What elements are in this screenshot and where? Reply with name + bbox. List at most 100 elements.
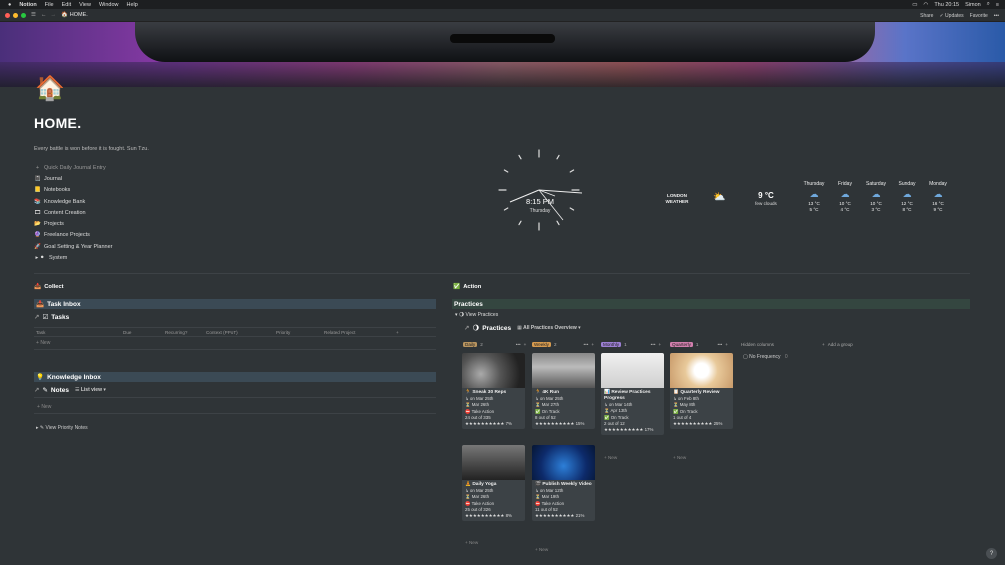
column-priority[interactable]: Priority xyxy=(276,330,324,335)
tasks-linked-db[interactable]: ↗ ☑ Tasks xyxy=(34,313,69,322)
practice-card[interactable]: 📊 Review Practices Progress ↳ on Mar 14t… xyxy=(601,353,664,436)
on-track-icon: ✅ xyxy=(673,408,679,414)
battery-icon[interactable]: ▭ xyxy=(912,2,917,8)
notes-view-selector[interactable]: ☰ List view ▾ xyxy=(75,387,106,393)
no-frequency-label: No Frequency xyxy=(749,354,781,360)
forward-arrow-icon[interactable]: → xyxy=(50,12,56,18)
menu-user[interactable]: Simon xyxy=(965,2,981,8)
close-window-button[interactable] xyxy=(5,12,10,18)
nav-item-knowledge-bank[interactable]: 📚 Knowledge Bank xyxy=(34,196,194,207)
zoom-window-button[interactable] xyxy=(21,12,26,18)
column-add-icon[interactable]: + xyxy=(658,342,661,347)
notes-view-label: List view xyxy=(80,387,102,393)
column-add-icon[interactable]: + xyxy=(725,342,728,347)
table-bottom-border xyxy=(34,349,436,350)
notes-linked-db[interactable]: ↗ ✎ Notes ☰ List view ▾ xyxy=(34,386,106,395)
view-practices-toggle[interactable]: ▾ 🌖 View Practices xyxy=(455,312,498,318)
menu-view[interactable]: View xyxy=(79,2,91,8)
add-group-button[interactable]: + Add a group xyxy=(822,342,853,347)
new-label: New xyxy=(607,455,618,460)
nav-label: Notebooks xyxy=(44,187,71,194)
column-tag[interactable]: Quarterly xyxy=(670,342,693,347)
menu-clock[interactable]: Thu 20:15 xyxy=(934,2,959,8)
page-title[interactable]: HOME. xyxy=(34,115,81,131)
link-arrow-icon: ↗ xyxy=(34,314,40,321)
column-recurring[interactable]: Recurring? xyxy=(165,330,206,335)
column-context[interactable]: Context (PPoT) xyxy=(206,330,276,335)
column-due[interactable]: Due xyxy=(123,330,165,335)
column-more-icon[interactable]: ••• xyxy=(584,342,589,347)
add-column-button[interactable]: + xyxy=(396,330,406,335)
apple-icon[interactable]: ● xyxy=(8,2,11,8)
new-card-button[interactable]: + New xyxy=(604,455,617,460)
card-stars: ★★★★★★★★★★ 21% xyxy=(535,513,585,519)
share-button[interactable]: Share xyxy=(920,13,933,19)
nav-item-quick-journal[interactable]: + Quick Daily Journal Entry xyxy=(34,162,194,173)
column-add-icon[interactable]: + xyxy=(591,342,594,347)
sidebar-toggle-icon[interactable]: ☰ xyxy=(31,12,36,18)
inbox-tray-icon: 📥 xyxy=(34,284,42,290)
hidden-columns-label: Hidden columns xyxy=(741,342,774,347)
nav-item-notebooks[interactable]: 📒 Notebooks xyxy=(34,185,194,196)
weather-current-temp: 9 °C xyxy=(758,191,774,200)
card-start-text: on Mar 25th xyxy=(469,488,494,493)
column-related-project[interactable]: Related Project xyxy=(324,330,396,335)
menu-edit[interactable]: Edit xyxy=(62,2,71,8)
more-options-icon[interactable]: ••• xyxy=(994,13,999,19)
practice-card[interactable]: 🏃 4K Run ↳ on Mar 25th ⏳ Mar 27th ✅ On T… xyxy=(532,353,595,430)
column-more-icon[interactable]: ••• xyxy=(651,342,656,347)
practices-view-selector[interactable]: ▦ All Practices Overview ▾ xyxy=(517,325,581,331)
favorite-button[interactable]: Favorite xyxy=(970,13,988,19)
column-tag[interactable]: Daily xyxy=(463,342,478,347)
new-card-button[interactable]: + New xyxy=(673,455,686,460)
column-count: 2 xyxy=(480,342,483,347)
priority-notes-toggle[interactable]: ▸ ✎ View Priority Notes xyxy=(36,425,88,431)
nav-item-goal-setting[interactable]: 🚀 Goal Setting & Year Planner xyxy=(34,241,194,252)
column-more-icon[interactable]: ••• xyxy=(717,342,722,347)
practices-band-title[interactable]: Practices xyxy=(454,301,483,308)
practice-card[interactable]: 🧘 Daily Yoga ↳ on Mar 25th ⏳ Mar 26th ⛔ … xyxy=(462,445,525,522)
menu-file[interactable]: File xyxy=(45,2,54,8)
updates-button[interactable]: ✓ Updates xyxy=(939,13,963,19)
column-task[interactable]: Task xyxy=(34,330,123,335)
action-heading: ✅ Action xyxy=(453,284,481,290)
menu-help[interactable]: Help xyxy=(127,2,138,8)
menu-app-name[interactable]: Notion xyxy=(19,2,36,8)
practice-card[interactable]: 🏃 Sneak 30 Reps ↳ on Mar 25th ⏳ Mar 26th… xyxy=(462,353,525,430)
card-stars: ★★★★★★★★★★ 15% xyxy=(535,421,585,427)
back-arrow-icon[interactable]: ← xyxy=(41,12,47,18)
nav-item-journal[interactable]: 📓 Journal xyxy=(34,173,194,184)
new-card-button[interactable]: + New xyxy=(465,540,478,545)
breadcrumb-icon: 🏠 xyxy=(60,12,68,18)
practice-card[interactable]: 🎬 Publish Weekly Video ↳ on Mar 12th ⏳ M… xyxy=(532,445,595,522)
help-button[interactable]: ? xyxy=(986,548,997,559)
column-more-icon[interactable]: ••• xyxy=(516,342,521,347)
nav-item-projects[interactable]: 📂 Projects xyxy=(34,218,194,229)
column-tag[interactable]: Monthly xyxy=(601,342,622,347)
analog-clock-widget xyxy=(498,149,582,231)
nav-item-freelance-projects[interactable]: 🔮 Freelance Projects xyxy=(34,230,194,241)
menu-window[interactable]: Window xyxy=(99,2,119,8)
forecast-day-name: Thursday xyxy=(803,181,825,187)
spotlight-icon[interactable]: ⌕ xyxy=(987,1,990,8)
control-center-icon[interactable]: ≡ xyxy=(996,2,999,8)
card-cover-clock xyxy=(670,353,733,388)
on-track-icon: ✅ xyxy=(604,414,610,420)
new-task-button[interactable]: + New xyxy=(36,340,50,346)
practice-card[interactable]: 📋 Quarterly Review ↳ on Feb 8th ⏳ May 8t… xyxy=(670,353,733,430)
knowledge-inbox-title[interactable]: Knowledge Inbox xyxy=(47,374,101,381)
column-add-icon[interactable]: + xyxy=(524,342,527,347)
nav-item-content-creation[interactable]: 🎞 Content Creation xyxy=(34,207,194,218)
practices-linked-db[interactable]: ↗ 🌖 Practices ▦ All Practices Overview ▾ xyxy=(464,324,581,333)
breadcrumb[interactable]: HOME. xyxy=(70,12,88,18)
minimize-window-button[interactable] xyxy=(13,12,18,18)
board-column-quarterly: Quarterly 1 ••• + xyxy=(670,342,728,347)
new-card-button[interactable]: + New xyxy=(535,547,548,552)
wifi-icon[interactable]: ◠ xyxy=(924,2,929,8)
page-icon[interactable]: 🏠 xyxy=(35,74,65,103)
no-frequency-group[interactable]: ▢ No Frequency 0 xyxy=(743,354,788,360)
task-inbox-title[interactable]: Task Inbox xyxy=(47,301,80,308)
new-note-button[interactable]: + New xyxy=(37,404,51,410)
nav-item-system[interactable]: ▸ ⚫ System xyxy=(34,252,194,263)
column-tag[interactable]: Weekly xyxy=(532,342,551,347)
